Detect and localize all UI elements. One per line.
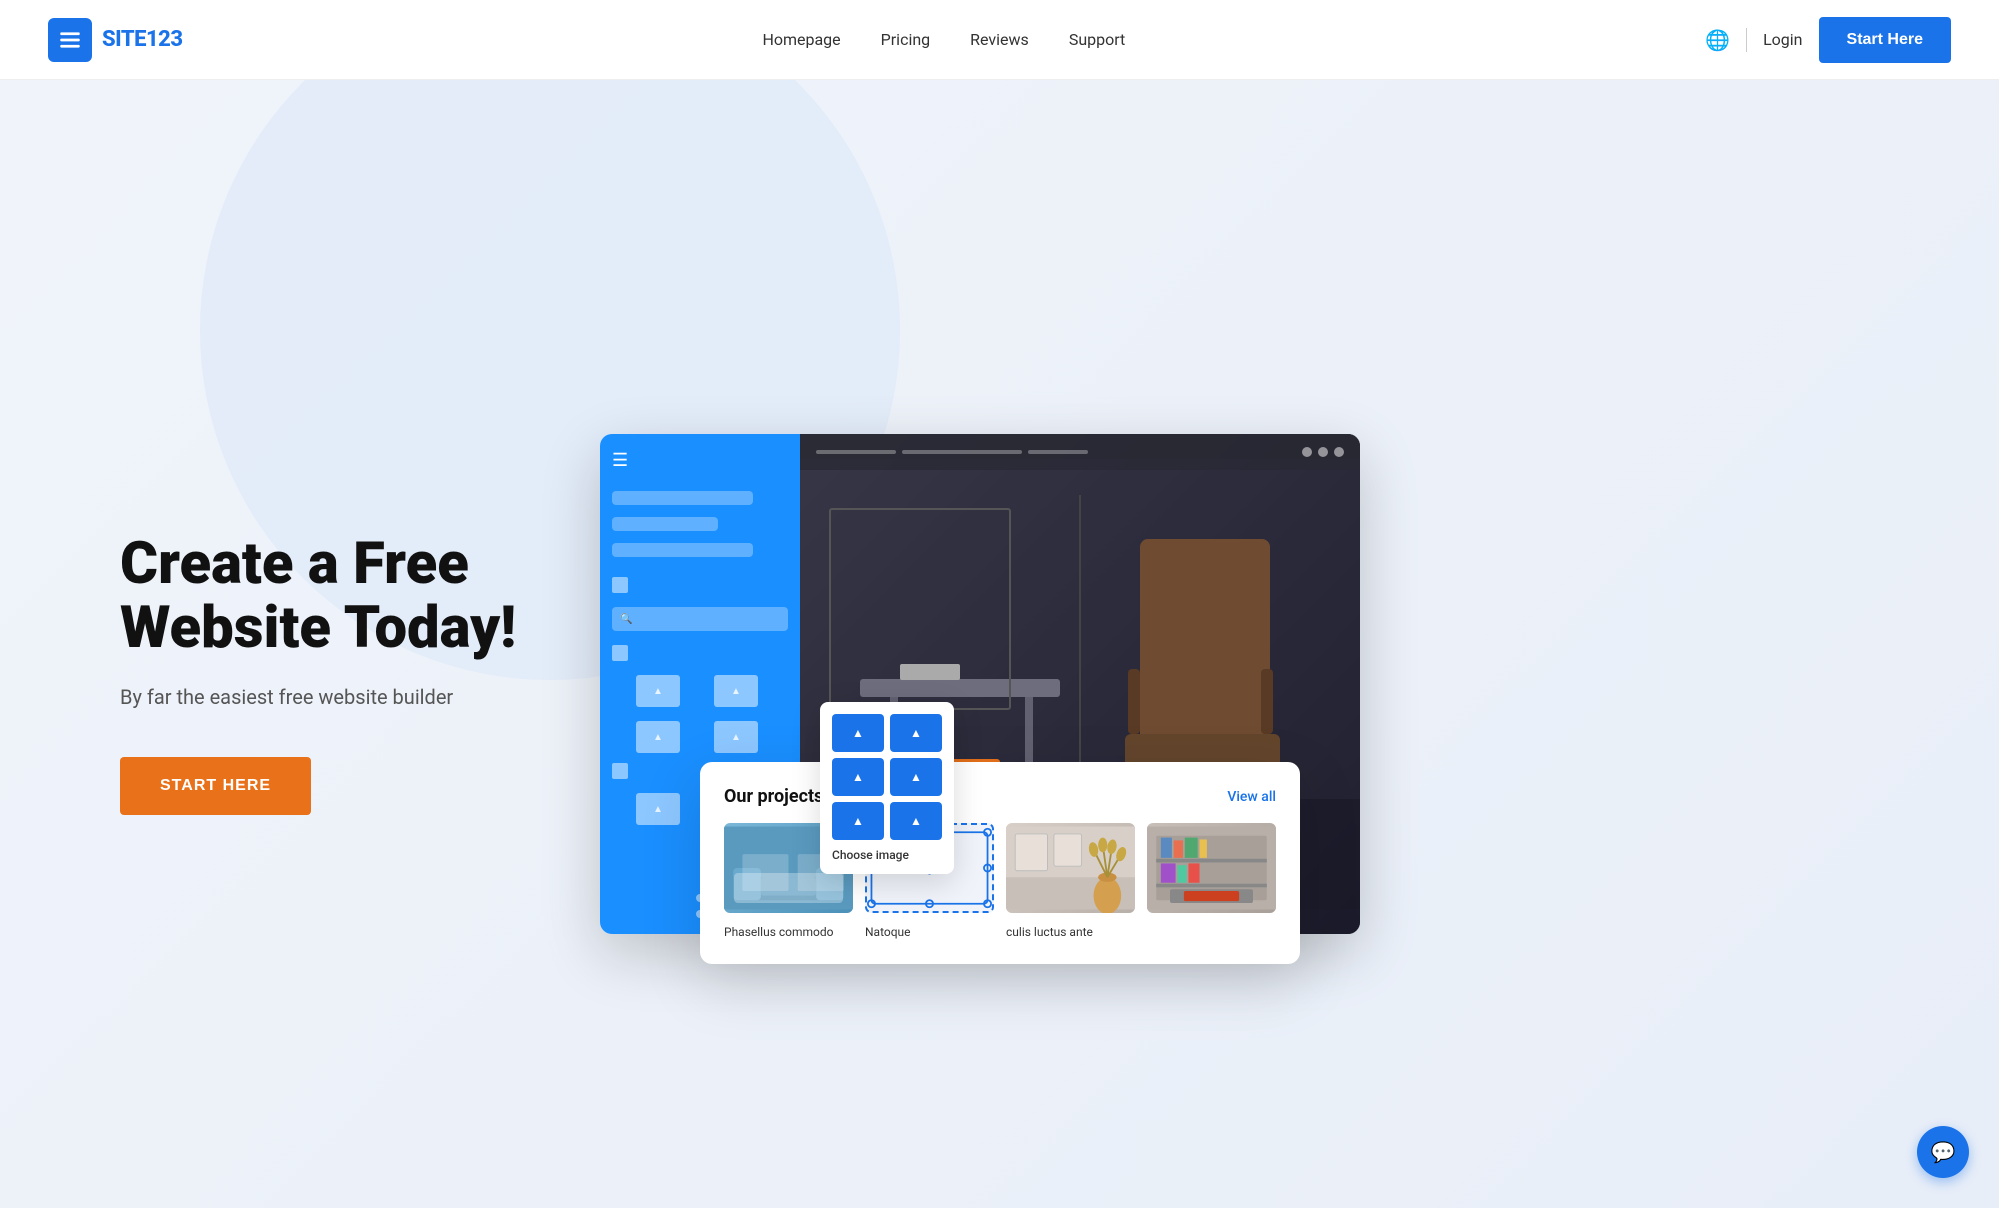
sidebar-menu-icon: ☰ xyxy=(612,450,628,471)
projects-card: Our projects View all xyxy=(700,762,1300,964)
sidebar-checkbox-3[interactable] xyxy=(612,763,628,779)
sidebar-top: ☰ xyxy=(612,450,788,471)
picker-thumb-2[interactable] xyxy=(890,714,942,752)
nav-support[interactable]: Support xyxy=(1069,30,1125,49)
start-here-button-nav[interactable]: Start Here xyxy=(1819,17,1951,63)
projects-grid: Phasellus commodo xyxy=(724,823,1276,940)
sidebar-checkbox-2[interactable] xyxy=(612,645,628,661)
hero-left: Create a Free Website Today! By far the … xyxy=(120,533,540,815)
choose-image-label: Choose image xyxy=(832,848,942,862)
start-here-button-hero[interactable]: START HERE xyxy=(120,757,311,815)
sidebar-img-thumb-5[interactable] xyxy=(636,793,680,825)
project-name-3: culis luctus ante xyxy=(1006,925,1093,939)
project-thumb-4[interactable] xyxy=(1147,823,1276,913)
view-all-link[interactable]: View all xyxy=(1227,789,1276,805)
picker-thumb-1[interactable] xyxy=(832,714,884,752)
nav-pricing[interactable]: Pricing xyxy=(881,30,931,49)
project-room-svg xyxy=(1006,823,1135,913)
sidebar-block-3 xyxy=(612,543,753,557)
picker-thumb-4[interactable] xyxy=(890,758,942,796)
navbar: SITE123 Homepage Pricing Reviews Support… xyxy=(0,0,1999,80)
project-thumb-3[interactable] xyxy=(1006,823,1135,913)
projects-title: Our projects xyxy=(724,786,823,807)
logo[interactable]: SITE123 xyxy=(48,18,183,62)
projects-header: Our projects View all xyxy=(724,786,1276,807)
menu-lines-icon xyxy=(57,27,83,53)
nav-divider xyxy=(1746,28,1747,52)
globe-icon[interactable]: 🌐 xyxy=(1705,28,1730,52)
logo-icon xyxy=(48,18,92,62)
picker-thumb-5[interactable] xyxy=(832,802,884,840)
sidebar-img-grid-1 xyxy=(612,675,788,707)
project-name-2: Natoque xyxy=(865,925,911,939)
logo-text: SITE123 xyxy=(102,27,183,52)
nav-reviews[interactable]: Reviews xyxy=(970,30,1029,49)
project-item-4 xyxy=(1147,823,1276,940)
chat-icon: 💬 xyxy=(1931,1140,1956,1164)
login-link[interactable]: Login xyxy=(1763,30,1802,49)
hero-title: Create a Free Website Today! xyxy=(120,533,540,661)
sidebar-img-thumb-1[interactable] xyxy=(636,675,680,707)
sidebar-search[interactable] xyxy=(612,607,788,631)
hero-visual: ☰ xyxy=(600,434,1951,934)
sidebar-block-2 xyxy=(612,517,718,531)
nav-right: 🌐 Login Start Here xyxy=(1705,17,1951,63)
image-picker-grid xyxy=(832,714,942,840)
project-name-1: Phasellus commodo xyxy=(724,925,834,939)
project-item-3: culis luctus ante xyxy=(1006,823,1135,940)
project-bookshelf-svg xyxy=(1147,823,1276,913)
sidebar-img-thumb-4[interactable] xyxy=(714,721,758,753)
picker-thumb-6[interactable] xyxy=(890,802,942,840)
picker-thumb-3[interactable] xyxy=(832,758,884,796)
hero-section: Create a Free Website Today! By far the … xyxy=(0,80,1999,1208)
sidebar-item-row-1 xyxy=(612,577,788,593)
image-picker-panel: Choose image xyxy=(820,702,954,874)
chat-fab[interactable]: 💬 xyxy=(1917,1126,1969,1178)
sidebar-block-1 xyxy=(612,491,753,505)
sidebar-img-thumb-2[interactable] xyxy=(714,675,758,707)
sidebar-checkbox-1[interactable] xyxy=(612,577,628,593)
sidebar-item-row-2 xyxy=(612,645,788,661)
hero-subtitle: By far the easiest free website builder xyxy=(120,685,540,709)
sidebar-img-thumb-3[interactable] xyxy=(636,721,680,753)
nav-links: Homepage Pricing Reviews Support xyxy=(762,30,1125,49)
nav-homepage[interactable]: Homepage xyxy=(762,30,840,49)
sidebar-img-grid-2 xyxy=(612,721,788,753)
